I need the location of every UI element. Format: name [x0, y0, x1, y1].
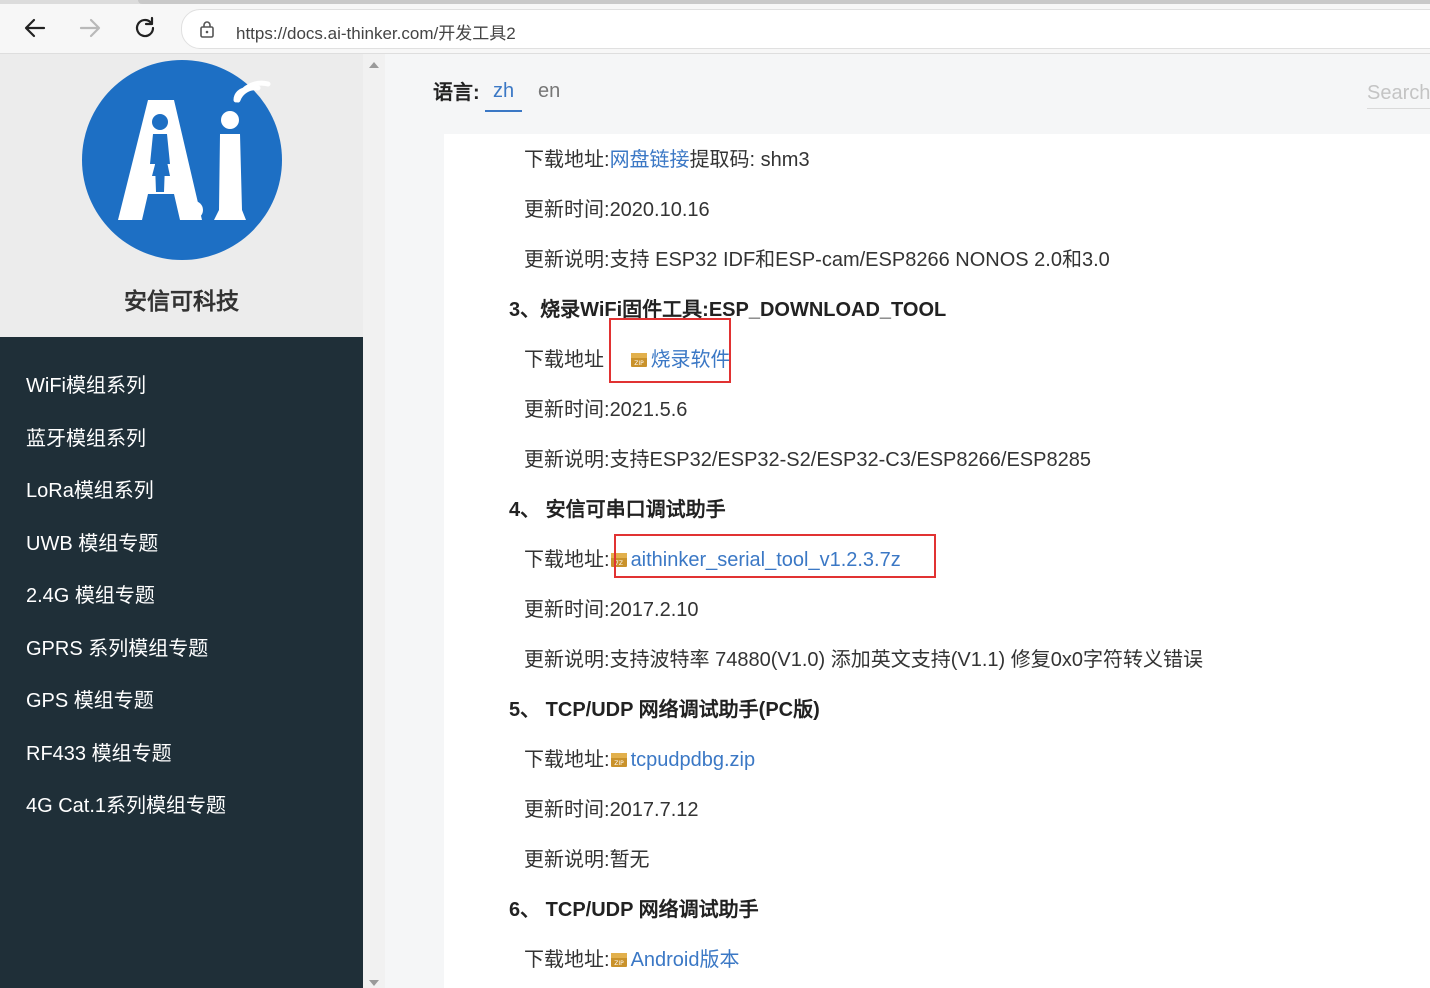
lock-icon[interactable]	[199, 20, 215, 38]
zip-file-icon: ZIP	[610, 953, 627, 967]
tab-strip	[0, 0, 1430, 4]
row-label: 下载地址:	[524, 949, 610, 971]
sidebar-item-lora[interactable]: LoRa模组系列	[0, 465, 363, 518]
sidebar-item-wifi[interactable]: WiFi模组系列	[0, 360, 363, 413]
row-label: 下载地址:	[524, 749, 610, 771]
address-bar[interactable]: https://docs.ai-thinker.com/开发工具2	[181, 9, 1430, 49]
sidebar: 安信可科技 WiFi模组系列 蓝牙模组系列 LoRa模组系列 UWB 模组专题 …	[0, 54, 363, 988]
reload-icon	[135, 16, 155, 38]
zip-file-icon: ZIP	[610, 753, 627, 767]
download-row: 下载地址:网盘链接提取码: shm3	[524, 143, 810, 172]
url-text[interactable]: https://docs.ai-thinker.com/开发工具2	[236, 19, 516, 44]
lang-tab-zh[interactable]: zh	[493, 80, 514, 103]
lang-tab-en[interactable]: en	[538, 80, 560, 103]
section-heading-4: 4、 安信可串口调试助手	[509, 499, 726, 521]
update-notes-row: 更新说明:支持波特率 74880(V1.0) 添加英文支持(V1.1) 修复0x…	[524, 643, 1203, 672]
sidebar-scrollbar[interactable]	[363, 54, 386, 988]
sidebar-item-4g-cat1[interactable]: 4G Cat.1系列模组专题	[0, 780, 363, 833]
scroll-down-arrow-icon[interactable]	[369, 980, 379, 986]
download-row: 下载地址: ZIP Android版本	[524, 943, 740, 972]
highlight-box-flash-tool	[609, 318, 731, 383]
row-label: 更新时间:	[524, 399, 610, 421]
row-value: 2020.10.16	[609, 199, 710, 221]
row-label: 下载地址	[524, 349, 604, 371]
row-label: 更新时间:	[524, 799, 610, 821]
row-value: 2021.5.6	[609, 399, 688, 421]
update-time-row: 更新时间:2021.5.6	[524, 393, 687, 422]
sidebar-nav: WiFi模组系列 蓝牙模组系列 LoRa模组系列 UWB 模组专题 2.4G 模…	[0, 360, 363, 833]
main-content: 语言: zh en Search 下载地址:网盘链接提取码: shm3 更新时间…	[385, 54, 1430, 988]
sidebar-item-bluetooth[interactable]: 蓝牙模组系列	[0, 413, 363, 466]
update-time-row: 更新时间:2020.10.16	[524, 193, 710, 222]
sidebar-item-rf433[interactable]: RF433 模组专题	[0, 728, 363, 781]
row-value: 支持 ESP32 IDF和ESP-cam/ESP8266 NONOS 2.0和3…	[609, 249, 1110, 271]
back-arrow-icon	[24, 18, 46, 38]
lang-active-underline	[485, 110, 522, 112]
language-label: 语言:	[433, 82, 480, 104]
sidebar-item-2-4g[interactable]: 2.4G 模组专题	[0, 570, 363, 623]
row-label: 更新时间:	[524, 199, 610, 221]
row-label: 更新说明:	[524, 249, 610, 271]
browser-toolbar: https://docs.ai-thinker.com/开发工具2	[0, 0, 1430, 54]
highlight-box-serial-tool	[614, 534, 936, 578]
update-notes-row: 更新说明:支持 ESP32 IDF和ESP-cam/ESP8266 NONOS …	[524, 243, 1110, 272]
row-value: 支持波特率 74880(V1.0) 添加英文支持(V1.1) 修复0x0字符转义…	[609, 649, 1204, 671]
row-label: 更新时间:	[524, 599, 610, 621]
search-input[interactable]: Search	[1367, 82, 1430, 109]
row-label: 下载地址:	[524, 549, 610, 571]
row-label: 更新说明:	[524, 849, 610, 871]
tab-strip-edge	[138, 0, 1430, 4]
ai-thinker-logo[interactable]	[82, 60, 282, 260]
document-page: 下载地址:网盘链接提取码: shm3 更新时间:2020.10.16 更新说明:…	[444, 134, 1430, 988]
sidebar-item-uwb[interactable]: UWB 模组专题	[0, 518, 363, 571]
brand-panel: 安信可科技	[0, 54, 363, 337]
svg-text:ZIP: ZIP	[614, 760, 624, 767]
update-notes-row: 更新说明:暂无	[524, 843, 650, 872]
row-label: 更新说明:	[524, 649, 610, 671]
sidebar-item-gprs[interactable]: GPRS 系列模组专题	[0, 623, 363, 676]
forward-arrow-icon	[79, 18, 101, 38]
back-button[interactable]	[21, 14, 49, 42]
tcpudp-pc-link[interactable]: tcpudpdbg.zip	[631, 749, 756, 771]
reload-button[interactable]	[131, 14, 159, 42]
update-time-row: 更新时间:2017.2.10	[524, 593, 699, 622]
sidebar-item-gps[interactable]: GPS 模组专题	[0, 675, 363, 728]
forward-button[interactable]	[76, 14, 104, 42]
scroll-up-arrow-icon[interactable]	[369, 62, 379, 68]
svg-text:ZIP: ZIP	[614, 960, 624, 967]
section-heading-6: 6、 TCP/UDP 网络调试助手	[509, 899, 759, 921]
row-label: 更新说明:	[524, 449, 610, 471]
netdisk-link[interactable]: 网盘链接	[610, 149, 690, 171]
row-value: 2017.7.12	[609, 799, 699, 821]
brand-name[interactable]: 安信可科技	[0, 282, 363, 316]
row-label: 下载地址:	[524, 149, 610, 171]
android-version-link[interactable]: Android版本	[631, 949, 740, 971]
update-notes-row: 更新说明:支持ESP32/ESP32-S2/ESP32-C3/ESP8266/E…	[524, 443, 1091, 472]
row-value: 支持ESP32/ESP32-S2/ESP32-C3/ESP8266/ESP828…	[609, 449, 1091, 471]
update-time-row: 更新时间:2017.7.12	[524, 793, 699, 822]
section-heading-5: 5、 TCP/UDP 网络调试助手(PC版)	[509, 699, 820, 721]
download-row: 下载地址: ZIP tcpudpdbg.zip	[524, 743, 755, 772]
extract-code: 提取码: shm3	[689, 149, 810, 171]
row-value: 暂无	[609, 849, 650, 871]
row-value: 2017.2.10	[609, 599, 699, 621]
